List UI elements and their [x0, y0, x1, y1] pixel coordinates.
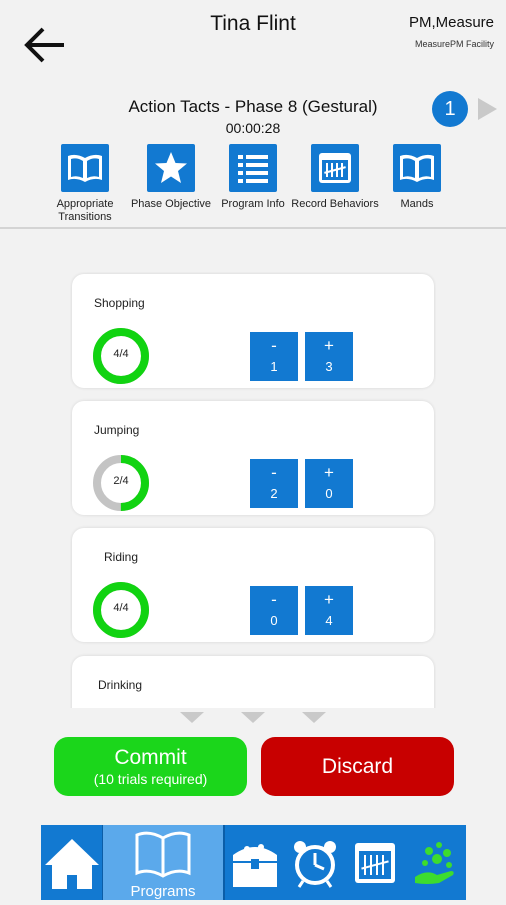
header: Tina Flint PM,Measure MeasurePM Facility…	[0, 0, 506, 228]
nav-programs-label: Programs	[130, 883, 196, 900]
progress-text: 4/4	[113, 348, 129, 360]
star-icon	[147, 144, 195, 192]
program-title: Action Tacts - Phase 8 (Gestural)	[128, 97, 378, 116]
commit-button[interactable]: Commit (10 trials required)	[54, 737, 247, 796]
targets-list[interactable]: Shopping 4/4 - 1 + 3 Jumping 2/4 - 2 + 0	[70, 272, 436, 708]
discard-button[interactable]: Discard	[261, 737, 454, 796]
tool-label: Program Info	[221, 198, 285, 210]
chevron-down-icon	[180, 712, 204, 723]
alarm-clock-icon	[294, 841, 336, 888]
tool-label: Phase Objective	[130, 198, 212, 210]
tool-appropriate-transitions[interactable]: Appropriate Transitions	[40, 144, 130, 224]
nav-programs[interactable]: Programs	[103, 825, 223, 900]
session-timer: 00:00:28	[225, 120, 281, 136]
tool-phase-objective[interactable]: Phase Objective	[126, 144, 216, 211]
target-name: Drinking	[98, 678, 143, 692]
tool-program-info[interactable]: Program Info	[208, 144, 298, 211]
commit-label: Commit	[114, 746, 187, 769]
header-divider	[0, 227, 506, 229]
nav-home[interactable]	[41, 825, 103, 900]
minus-count: 1	[270, 359, 278, 374]
facility-name: MeasurePM Facility	[414, 39, 494, 49]
count-badge[interactable]: 1	[432, 91, 468, 127]
list-icon	[229, 144, 277, 192]
plus-count: 0	[325, 486, 333, 501]
nav-reinforcement[interactable]	[407, 825, 463, 900]
plus-count: 4	[325, 613, 333, 628]
target-card: Shopping 4/4 - 1 + 3	[72, 274, 434, 388]
target-card: Drinking	[72, 656, 434, 708]
nav-rewards[interactable]	[227, 825, 283, 900]
reinforcement-icon	[415, 842, 454, 884]
programs-icon	[135, 831, 191, 878]
minus-count: 0	[270, 613, 278, 628]
calendar-icon	[311, 144, 359, 192]
plus-count: 3	[325, 359, 333, 374]
book-icon	[393, 144, 441, 192]
tool-label: Appropriate Transitions	[56, 198, 114, 223]
target-name: Shopping	[94, 296, 145, 310]
plus-button[interactable]: + 4	[305, 586, 353, 635]
progress-text: 4/4	[113, 602, 129, 614]
target-card: Riding 4/4 - 0 + 4	[72, 528, 434, 642]
minus-button[interactable]: - 1	[250, 332, 298, 381]
chevron-down-icon	[241, 712, 265, 723]
progress-ring: 4/4	[92, 327, 150, 385]
progress-ring: 4/4	[92, 581, 150, 639]
tool-mands[interactable]: Mands	[372, 144, 462, 211]
next-arrow-icon[interactable]	[478, 98, 497, 120]
book-icon	[61, 144, 109, 192]
treasure-chest-icon	[233, 844, 277, 887]
progress-text: 2/4	[113, 475, 129, 487]
home-icon	[45, 839, 99, 889]
minus-button[interactable]: - 0	[250, 586, 298, 635]
minus-button[interactable]: - 2	[250, 459, 298, 508]
scroll-down-indicator	[180, 712, 330, 726]
tool-record-behaviors[interactable]: Record Behaviors	[290, 144, 380, 211]
progress-ring: 2/4	[92, 454, 150, 512]
calendar-icon	[355, 843, 395, 883]
target-card: Jumping 2/4 - 2 + 0	[72, 401, 434, 515]
program-toolbar: Appropriate Transitions Phase Objective …	[40, 144, 460, 228]
minus-count: 2	[270, 486, 278, 501]
user-name: PM,Measure	[408, 14, 494, 31]
nav-behaviors[interactable]	[347, 825, 403, 900]
tool-label: Mands	[400, 198, 434, 210]
bottom-nav: Programs	[41, 825, 466, 900]
nav-separator	[223, 825, 225, 900]
tool-label: Record Behaviors	[291, 198, 379, 210]
chevron-down-icon	[302, 712, 326, 723]
plus-button[interactable]: + 3	[305, 332, 353, 381]
target-name: Jumping	[94, 423, 140, 437]
plus-button[interactable]: + 0	[305, 459, 353, 508]
nav-timer[interactable]	[287, 825, 343, 900]
commit-sublabel: (10 trials required)	[93, 771, 208, 787]
target-name: Riding	[104, 550, 139, 564]
